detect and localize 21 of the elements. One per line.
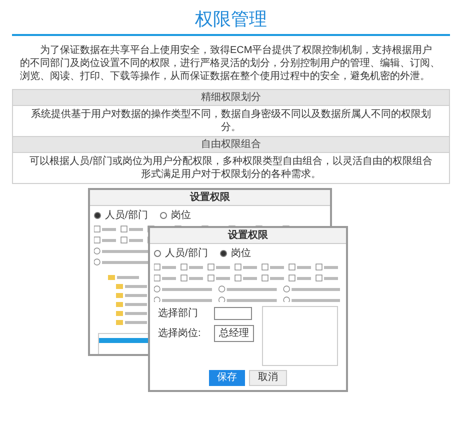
field-label: 选择部门 <box>158 306 199 321</box>
section-heading: 自由权限组合 <box>13 136 449 152</box>
radio-label: 岗位 <box>170 208 191 223</box>
section-text: 可以根据人员/部门或岗位为用户分配权限，多种权限类型自由组合，以灵活自由的权限组合形式满足用户对于权限划分的各种需求。 <box>13 152 449 183</box>
intro-paragraph: 为了保证数据在共享平台上使用安全，致得ECM平台提供了权限控制机制，支持根据用户的不同部门及岗位设置不同的权限，进行严格灵活的划分，分别控制用户的管理、编辑、订阅、浏览、阅读、打印、下载等操作，从而保证数据在整个使用过程中的安全，避免机密的外泄。 <box>19 44 441 84</box>
radio-label: 岗位 <box>230 246 251 261</box>
radio-button[interactable] <box>220 250 227 257</box>
select-field[interactable]: 总经理 <box>214 325 254 342</box>
dialog-title: 设置权限 <box>190 190 230 205</box>
radio-button[interactable] <box>154 250 161 257</box>
dialog-button[interactable]: 保存 <box>209 370 245 386</box>
section-heading: 精细权限划分 <box>13 90 449 105</box>
radio-button[interactable] <box>94 212 101 219</box>
field-label: 选择岗位: <box>158 326 202 341</box>
radio-label: 人员/部门 <box>105 208 148 223</box>
radio-label: 人员/部门 <box>165 246 208 261</box>
page-title: 权限管理 <box>12 0 450 36</box>
dialog-button[interactable]: 取消 <box>249 370 287 386</box>
select-field[interactable] <box>214 307 252 320</box>
dialog-title: 设置权限 <box>228 228 268 243</box>
radio-button[interactable] <box>160 212 167 219</box>
